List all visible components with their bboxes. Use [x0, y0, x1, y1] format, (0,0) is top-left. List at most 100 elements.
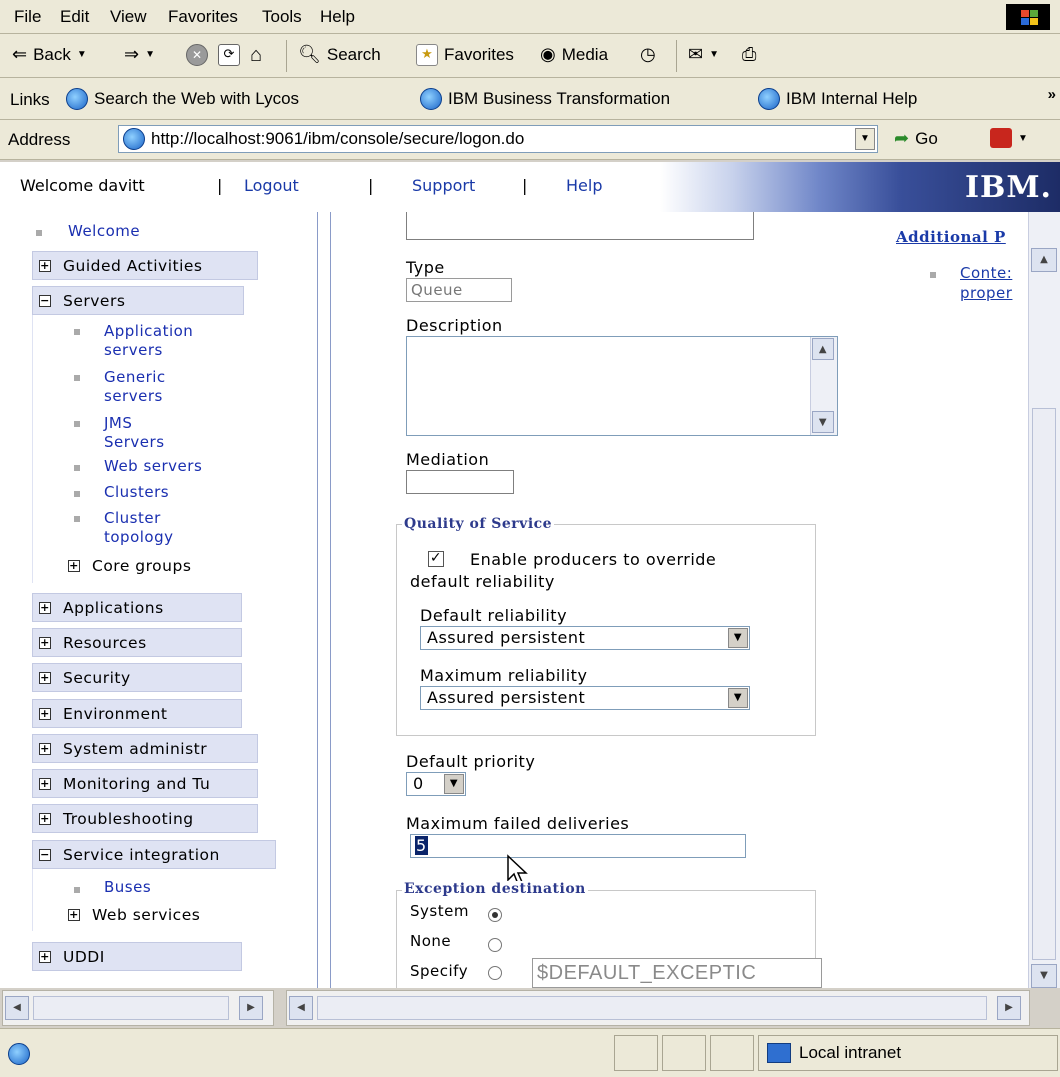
media-label: Media — [561, 44, 609, 64]
nav-service-integration-label: Service integration — [63, 845, 220, 864]
none-radio[interactable] — [488, 938, 502, 952]
nav-item-line: JMS — [104, 414, 133, 432]
back-button[interactable]: ⇐ Back ▼ — [12, 44, 87, 65]
scroll-right-button[interactable]: ▶ — [239, 996, 263, 1020]
nav-system-admin-label: System administr — [63, 739, 208, 758]
nav-system-administration[interactable]: + System administr — [32, 734, 258, 763]
bullet-icon — [74, 421, 80, 427]
menu-tools[interactable]: Tools — [262, 7, 302, 27]
mediation-field[interactable] — [406, 470, 514, 494]
nav-uddi[interactable]: + UDDI — [32, 942, 242, 971]
nav-core-groups[interactable]: + Core groups — [68, 557, 191, 575]
history-button[interactable]: ◷ — [640, 44, 656, 65]
nav-buses[interactable]: Buses — [104, 878, 151, 897]
nav-application-servers[interactable]: Application servers — [104, 322, 193, 360]
nav-environment-label: Environment — [63, 704, 168, 723]
nav-welcome[interactable]: Welcome — [68, 222, 140, 241]
nav-guided-label: Guided Activities — [63, 256, 203, 275]
support-link[interactable]: Support — [412, 176, 475, 195]
acrobat-button[interactable]: ▼ — [990, 128, 1028, 148]
menu-help[interactable]: Help — [320, 7, 355, 27]
scroll-down-button[interactable]: ▼ — [812, 411, 834, 433]
address-input[interactable]: http://localhost:9061/ibm/console/secure… — [118, 125, 878, 153]
nav-security[interactable]: + Security — [32, 663, 242, 692]
scroll-up-button[interactable]: ▲ — [1031, 248, 1057, 272]
scroll-left-button[interactable]: ◀ — [289, 996, 313, 1020]
nav-service-integration[interactable]: − Service integration — [32, 840, 276, 869]
nav-monitoring-and-tuning[interactable]: + Monitoring and Tu — [32, 769, 258, 798]
nav-cluster-topology[interactable]: Cluster topology — [104, 509, 174, 547]
system-radio[interactable] — [488, 908, 502, 922]
name-input[interactable] — [406, 212, 754, 240]
nav-resources-label: Resources — [63, 633, 147, 652]
description-scrollbar[interactable]: ▲ ▼ — [810, 337, 837, 435]
divider-line — [317, 212, 318, 988]
context-info-link-line2[interactable]: proper — [960, 284, 1012, 302]
scroll-thumb[interactable] — [317, 996, 987, 1020]
nav-horizontal-scrollbar[interactable]: ◀ ▶ — [2, 990, 274, 1026]
expand-icon: + — [39, 635, 51, 649]
default-reliability-select[interactable]: Assured persistent ▼ — [420, 626, 750, 650]
nav-jms-servers[interactable]: JMS Servers — [104, 414, 165, 452]
nav-troubleshooting[interactable]: + Troubleshooting — [32, 804, 258, 833]
forward-button[interactable]: ⇒ ▼ — [124, 44, 155, 65]
nav-servers[interactable]: − Servers — [32, 286, 244, 315]
default-priority-select[interactable]: 0 ▼ — [406, 772, 466, 796]
nav-web-services-label: Web services — [92, 906, 201, 924]
nav-clusters[interactable]: Clusters — [104, 483, 169, 502]
destination-form: Type Queue Description ▲ ▼ Mediation Qua… — [334, 212, 1028, 988]
menu-file[interactable]: File — [14, 7, 41, 27]
go-button[interactable]: ➦ Go — [894, 128, 938, 149]
ibm-banner: IBM. — [660, 162, 1060, 212]
specify-radio[interactable] — [488, 966, 502, 980]
nav-web-servers[interactable]: Web servers — [104, 457, 202, 476]
favorites-icon: ★ — [416, 44, 438, 66]
logout-link[interactable]: Logout — [244, 176, 299, 195]
media-button[interactable]: ◉ Media — [540, 44, 608, 65]
nav-item-line: servers — [104, 341, 163, 359]
mail-button[interactable]: ✉ ▼ — [688, 44, 719, 65]
welcome-user: Welcome davitt — [20, 176, 145, 195]
nav-applications[interactable]: + Applications — [32, 593, 242, 622]
scroll-thumb[interactable] — [33, 996, 229, 1020]
scroll-up-button[interactable]: ▲ — [812, 338, 834, 360]
page-vertical-scrollbar[interactable]: ▲ ▼ — [1028, 212, 1060, 988]
menu-edit[interactable]: Edit — [60, 7, 89, 27]
home-button[interactable]: ⌂ — [250, 44, 262, 67]
scroll-right-button[interactable]: ▶ — [997, 996, 1021, 1020]
scroll-thumb[interactable] — [1032, 408, 1056, 960]
scroll-left-button[interactable]: ◀ — [5, 996, 29, 1020]
override-reliability-checkbox[interactable]: ✓ — [428, 551, 444, 567]
link-lycos[interactable]: Search the Web with Lycos — [66, 88, 299, 110]
search-button[interactable]: 🔍︎ Search — [298, 44, 381, 65]
nav-item-line: Servers — [104, 433, 165, 451]
favorites-button[interactable]: ★ Favorites — [416, 44, 514, 66]
content-horizontal-scrollbar[interactable]: ◀ ▶ — [286, 990, 1030, 1026]
address-dropdown-button[interactable]: ▼ — [855, 128, 875, 150]
description-textarea[interactable]: ▲ ▼ — [406, 336, 838, 436]
ie-page-icon — [420, 88, 442, 110]
scroll-down-button[interactable]: ▼ — [1031, 964, 1057, 988]
nav-item-line: Application — [104, 322, 194, 340]
max-reliability-select[interactable]: Assured persistent ▼ — [420, 686, 750, 710]
link-ibm-internal[interactable]: IBM Internal Help — [758, 88, 917, 110]
nav-resources[interactable]: + Resources — [32, 628, 242, 657]
refresh-button[interactable]: ⟳ — [218, 44, 240, 66]
max-failed-input[interactable]: 5 — [410, 834, 746, 858]
links-more-button[interactable]: » — [1048, 86, 1056, 103]
chevron-down-icon: ▼ — [709, 49, 719, 60]
menu-view[interactable]: View — [110, 7, 147, 27]
print-button[interactable]: ⎙ — [742, 44, 756, 65]
link-ibm-business[interactable]: IBM Business Transformation — [420, 88, 670, 110]
nav-guided-activities[interactable]: + Guided Activities — [32, 251, 258, 280]
menu-favorites[interactable]: Favorites — [168, 7, 238, 27]
nav-generic-servers[interactable]: Generic servers — [104, 368, 166, 406]
nav-web-services[interactable]: + Web services — [68, 906, 200, 924]
nav-environment[interactable]: + Environment — [32, 699, 242, 728]
expand-icon: + — [39, 741, 51, 755]
context-info-link[interactable]: Conte: — [960, 264, 1012, 282]
stop-button[interactable]: ✕ — [186, 44, 208, 66]
help-link[interactable]: Help — [566, 176, 602, 195]
back-arrow-icon: ⇐ — [12, 44, 28, 64]
bullet-icon — [36, 230, 42, 236]
